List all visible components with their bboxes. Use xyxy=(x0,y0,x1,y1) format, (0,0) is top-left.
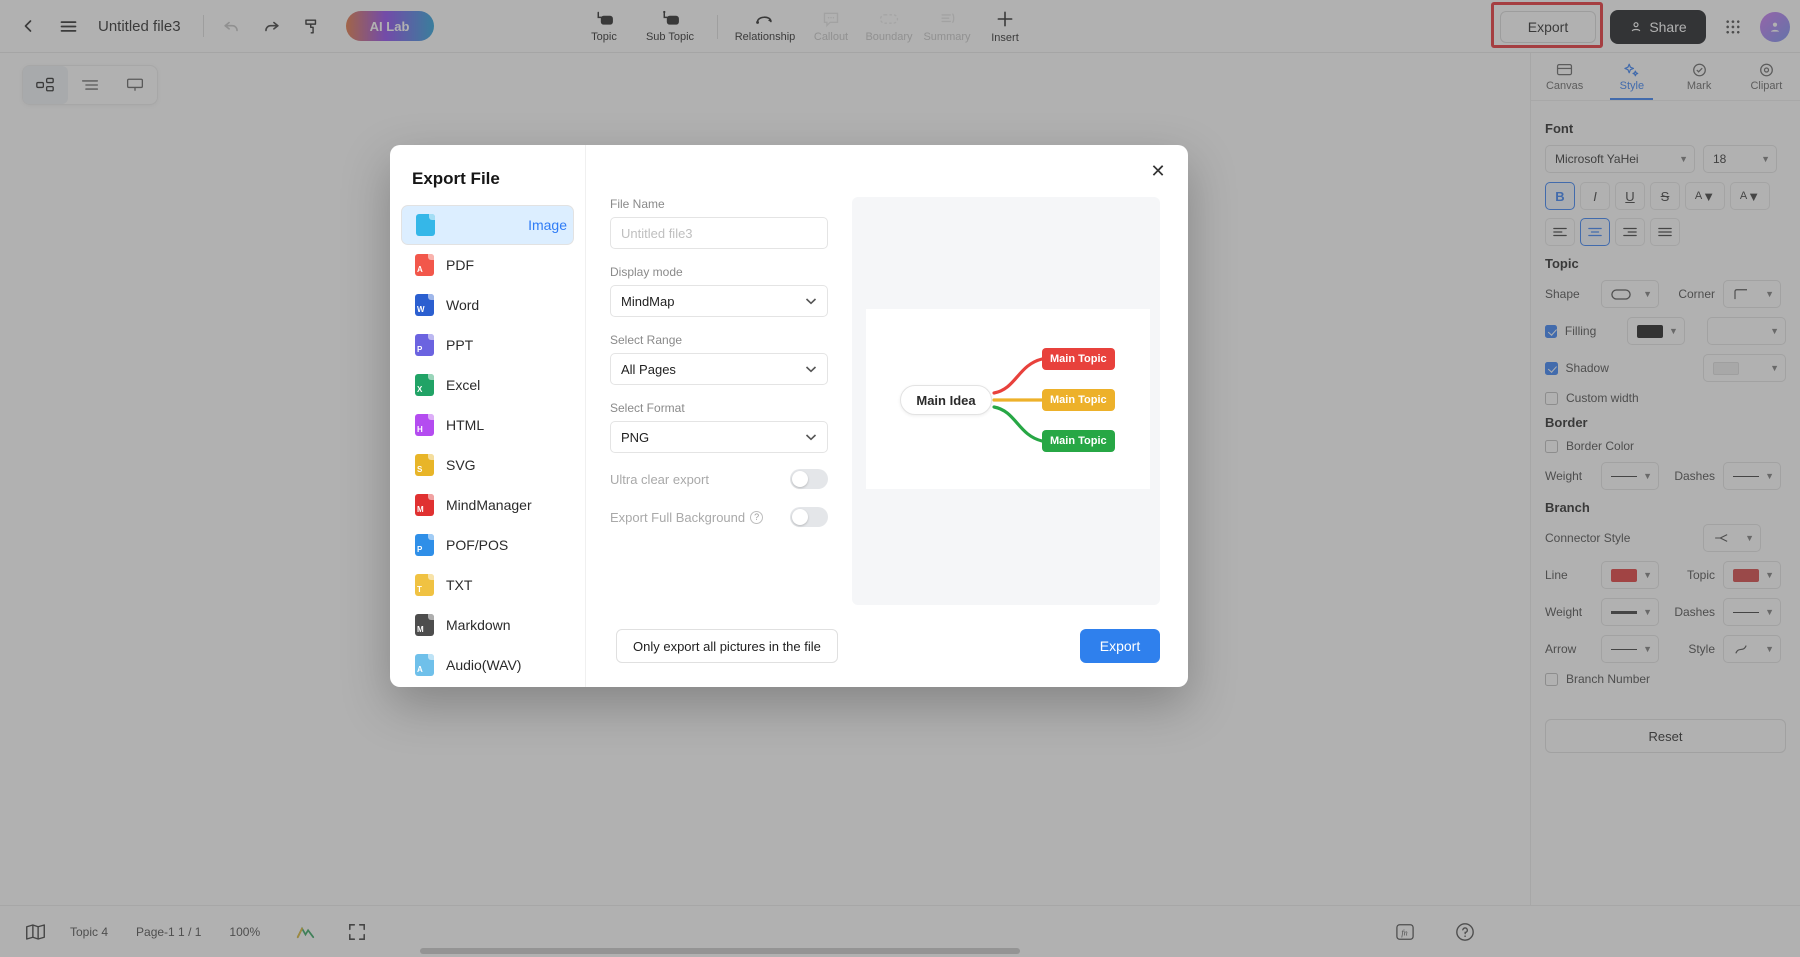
format-label: PPT xyxy=(446,337,474,353)
display-mode-select[interactable]: MindMap xyxy=(610,285,828,317)
format-label: POF/POS xyxy=(446,537,509,553)
pdf-file-icon: A xyxy=(415,254,434,276)
file-name-input[interactable] xyxy=(621,225,817,241)
format-item-html[interactable]: H HTML xyxy=(401,405,574,445)
select-format-select[interactable]: PNG xyxy=(610,421,828,453)
file-name-label: File Name xyxy=(610,197,665,211)
svg-file-icon: S xyxy=(415,454,434,476)
format-item-excel[interactable]: X Excel xyxy=(401,365,574,405)
pofpos-file-icon: P xyxy=(415,534,434,556)
ultra-clear-export-label: Ultra clear export xyxy=(610,471,709,487)
dialog-export-button[interactable]: Export xyxy=(1080,629,1160,663)
format-label: Excel xyxy=(446,377,481,393)
select-format-label: Select Format xyxy=(610,401,685,415)
export-full-background-toggle[interactable] xyxy=(790,507,828,527)
format-item-pdf[interactable]: A PDF xyxy=(401,245,574,285)
format-item-word[interactable]: W Word xyxy=(401,285,574,325)
excel-file-icon: X xyxy=(415,374,434,396)
preview-branch-node: Main Topic xyxy=(1042,348,1115,370)
format-item-txt[interactable]: T TXT xyxy=(401,565,574,605)
format-list: Image A PDF W Word P PPT X Excel H HTML … xyxy=(390,205,585,685)
file-name-field[interactable] xyxy=(610,217,828,249)
format-label: Image xyxy=(528,217,567,233)
only-export-pictures-button[interactable]: Only export all pictures in the file xyxy=(616,629,838,663)
format-label: MindManager xyxy=(446,497,532,513)
mindmanager-file-icon: M xyxy=(415,494,434,516)
export-full-background-row: Export Full Background ? xyxy=(610,507,828,527)
export-full-background-label: Export Full Background ? xyxy=(610,509,764,525)
format-item-markdown[interactable]: M Markdown xyxy=(401,605,574,645)
format-item-ppt[interactable]: P PPT xyxy=(401,325,574,365)
help-circle-icon[interactable]: ? xyxy=(750,510,764,524)
format-item-mindmanager[interactable]: M MindManager xyxy=(401,485,574,525)
word-file-icon: W xyxy=(415,294,434,316)
chevron-down-icon xyxy=(805,434,817,441)
export-format-sidebar: Export File Image A PDF W Word P PPT X E… xyxy=(390,145,586,687)
preview-branch-node: Main Topic xyxy=(1042,430,1115,452)
export-dialog: ✕ Export File Image A PDF W Word P PPT X… xyxy=(390,145,1188,687)
ppt-file-icon: P xyxy=(415,334,434,356)
format-item-audio-wav[interactable]: A Audio(WAV) xyxy=(401,645,574,685)
format-item-svg[interactable]: S SVG xyxy=(401,445,574,485)
display-mode-value: MindMap xyxy=(621,293,675,309)
markdown-file-icon: M xyxy=(415,614,434,636)
format-label: TXT xyxy=(446,577,473,593)
dialog-footer: Only export all pictures in the file Exp… xyxy=(592,605,1188,687)
format-label: SVG xyxy=(446,457,476,473)
preview-branch-node: Main Topic xyxy=(1042,389,1115,411)
chevron-down-icon xyxy=(805,366,817,373)
preview-canvas: Main Idea Main Topic Main Topic Main Top… xyxy=(866,309,1150,489)
format-item-image[interactable]: Image xyxy=(401,205,574,245)
display-mode-label: Display mode xyxy=(610,265,683,279)
select-range-value: All Pages xyxy=(621,361,676,377)
format-label: PDF xyxy=(446,257,474,273)
select-format-value: PNG xyxy=(621,429,650,445)
format-label: Word xyxy=(446,297,480,313)
image-file-icon xyxy=(416,214,435,236)
ultra-clear-export-row: Ultra clear export xyxy=(610,469,828,489)
select-range-select[interactable]: All Pages xyxy=(610,353,828,385)
html-file-icon: H xyxy=(415,414,434,436)
export-preview: Main Idea Main Topic Main Topic Main Top… xyxy=(852,197,1160,605)
audio-file-icon: A xyxy=(415,654,434,676)
format-item-pof-pos[interactable]: P POF/POS xyxy=(401,525,574,565)
app-root: Untitled file3 AI Lab Topic Sub Topic Re… xyxy=(0,0,1800,957)
format-label: Markdown xyxy=(446,617,511,633)
close-icon[interactable]: ✕ xyxy=(1144,157,1172,185)
format-label: HTML xyxy=(446,417,485,433)
chevron-down-icon xyxy=(805,298,817,305)
dialog-title: Export File xyxy=(412,169,500,188)
select-range-label: Select Range xyxy=(610,333,683,347)
full-background-text: Export Full Background xyxy=(610,509,746,525)
ultra-clear-export-toggle[interactable] xyxy=(790,469,828,489)
format-label: Audio(WAV) xyxy=(446,657,522,673)
txt-file-icon: T xyxy=(415,574,434,596)
preview-root-node: Main Idea xyxy=(900,385,992,415)
